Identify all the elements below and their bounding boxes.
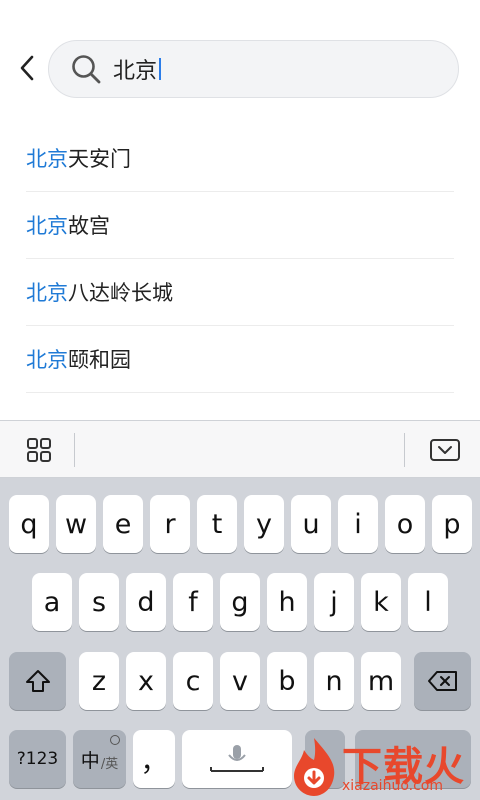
suggestion-highlight: 北京 (26, 281, 68, 305)
key-h[interactable]: h (267, 573, 307, 631)
suggestion-text: 故宫 (68, 214, 110, 238)
language-switch-key[interactable]: 中/英 (73, 730, 126, 788)
suggestion-item[interactable]: 北京 八达岭长城 (26, 259, 454, 326)
key-j[interactable]: j (314, 573, 354, 631)
search-header: 北京 (0, 0, 480, 120)
grid-icon (27, 438, 51, 462)
comma-key[interactable]: ， (133, 730, 175, 788)
space-key[interactable] (182, 730, 292, 788)
shift-key[interactable] (9, 652, 66, 710)
keyboard-menu-button[interactable] (14, 427, 64, 473)
key-x[interactable]: x (126, 652, 166, 710)
suggestion-highlight: 北京 (26, 147, 68, 171)
keyboard-toolbar (0, 420, 480, 478)
suggestion-item[interactable]: 北京 颐和园 (26, 326, 454, 393)
key-l[interactable]: l (408, 573, 448, 631)
key-t[interactable]: t (197, 495, 237, 553)
suggestion-highlight: 北京 (26, 348, 68, 372)
key-f[interactable]: f (173, 573, 213, 631)
key-u[interactable]: u (291, 495, 331, 553)
watermark-logo: 下载火 xiazaihuo.com (286, 730, 480, 800)
key-i[interactable]: i (338, 495, 378, 553)
numbers-key[interactable]: ?123 (9, 730, 66, 788)
key-c[interactable]: c (173, 652, 213, 710)
suggestion-highlight: 北京 (26, 214, 68, 238)
suggestion-item[interactable]: 北京 天安门 (26, 125, 454, 192)
language-sub-label: /英 (100, 756, 119, 772)
language-main-label: 中 (80, 749, 100, 772)
key-s[interactable]: s (79, 573, 119, 631)
back-button[interactable] (10, 50, 44, 86)
shift-icon (25, 670, 50, 692)
suggestion-list: 北京 天安门 北京 故宫 北京 八达岭长城 北京 颐和园 (26, 125, 454, 393)
search-field[interactable]: 北京 (48, 40, 459, 98)
key-z[interactable]: z (79, 652, 119, 710)
hide-keyboard-button[interactable] (420, 427, 470, 473)
flame-icon (294, 738, 335, 796)
key-g[interactable]: g (220, 573, 260, 631)
key-e[interactable]: e (103, 495, 143, 553)
chevron-left-icon (20, 55, 34, 81)
key-y[interactable]: y (244, 495, 284, 553)
search-query-text: 北京 (113, 59, 158, 84)
key-r[interactable]: r (150, 495, 190, 553)
key-w[interactable]: w (56, 495, 96, 553)
toolbar-divider (404, 433, 405, 467)
suggestion-item[interactable]: 北京 故宫 (26, 192, 454, 259)
key-d[interactable]: d (126, 573, 166, 631)
key-q[interactable]: q (9, 495, 49, 553)
key-n[interactable]: n (314, 652, 354, 710)
search-icon (69, 52, 103, 86)
key-m[interactable]: m (361, 652, 401, 710)
key-v[interactable]: v (220, 652, 260, 710)
watermark-url: xiazaihuo.com (342, 778, 443, 794)
microphone-icon (210, 745, 264, 772)
key-p[interactable]: p (432, 495, 472, 553)
toolbar-divider (74, 433, 75, 467)
key-b[interactable]: b (267, 652, 307, 710)
keyboard-collapse-icon (430, 439, 460, 461)
backspace-key[interactable] (414, 652, 471, 710)
key-a[interactable]: a (32, 573, 72, 631)
key-o[interactable]: o (385, 495, 425, 553)
backspace-icon (427, 671, 457, 691)
suggestion-text: 天安门 (68, 147, 131, 171)
globe-icon (110, 735, 120, 745)
suggestion-text: 八达岭长城 (68, 281, 173, 305)
search-input[interactable]: 北京 (113, 53, 162, 85)
text-cursor (159, 58, 162, 80)
suggestion-text: 颐和园 (68, 348, 131, 372)
key-k[interactable]: k (361, 573, 401, 631)
